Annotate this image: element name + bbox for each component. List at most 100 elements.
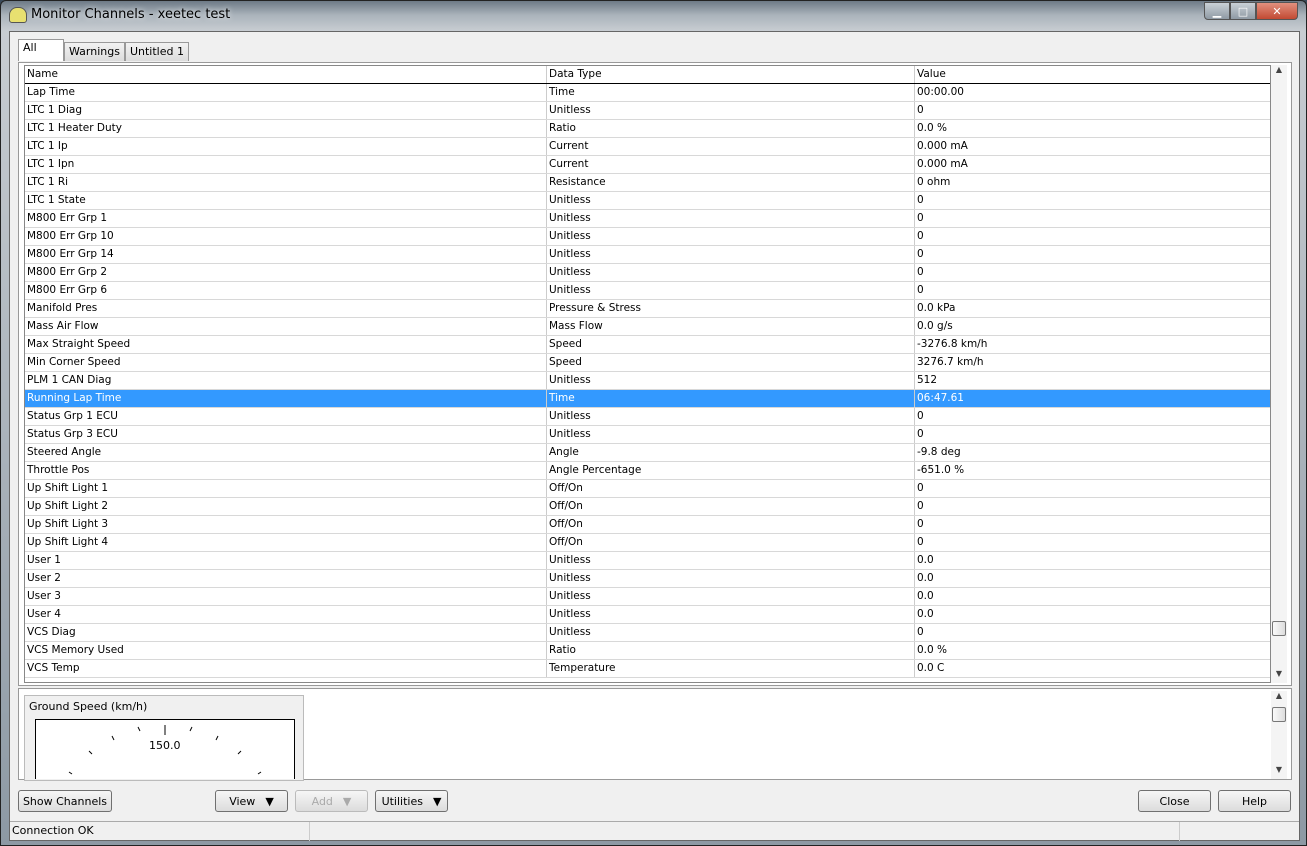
cell-data-type: Unitless [547, 282, 915, 299]
table-row[interactable]: Up Shift Light 2 Off/On 0 [25, 498, 1270, 516]
window-title: Monitor Channels - xeetec test [31, 7, 231, 22]
table-row[interactable]: User 1 Unitless 0.0 [25, 552, 1270, 570]
cell-value: 3276.7 km/h [917, 356, 984, 368]
table-row[interactable]: Mass Air Flow Mass Flow 0.0 g/s [25, 318, 1270, 336]
view-label: View [229, 794, 256, 808]
table-row[interactable]: Throttle Pos Angle Percentage -651.0 % [25, 462, 1270, 480]
cell-value: 0 [917, 626, 924, 638]
tab-untitled-1[interactable]: Untitled 1 [124, 42, 189, 61]
table-row[interactable]: M800 Err Grp 1 Unitless 0 [25, 210, 1270, 228]
cell-data-type: Current [547, 156, 915, 173]
cell-value: 0.0 g/s [917, 320, 953, 332]
table-row[interactable]: Steered Angle Angle -9.8 deg [25, 444, 1270, 462]
table-row[interactable]: Running Lap Time Time 06:47.61 [25, 390, 1270, 408]
cell-data-type: Time [547, 84, 915, 101]
table-row[interactable]: LTC 1 Ip Current 0.000 mA [25, 138, 1270, 156]
utilities-button[interactable]: Utilities ▼ [375, 790, 448, 812]
table-row[interactable]: LTC 1 State Unitless 0 [25, 192, 1270, 210]
column-header-data-type[interactable]: Data Type [547, 66, 915, 83]
column-header-value[interactable]: Value [915, 66, 1270, 83]
cell-data-type: Temperature [547, 660, 915, 677]
close-window-button[interactable]: ✕ [1256, 2, 1298, 20]
cell-name: Up Shift Light 1 [25, 480, 547, 497]
table-row[interactable]: LTC 1 Heater Duty Ratio 0.0 % [25, 120, 1270, 138]
dropdown-arrow-icon: ▼ [265, 794, 274, 808]
cell-value: -3276.8 km/h [917, 338, 988, 350]
table-row[interactable]: LTC 1 Ri Resistance 0 ohm [25, 174, 1270, 192]
scroll-up-icon[interactable]: ▲ [1271, 691, 1287, 705]
cell-name: Mass Air Flow [25, 318, 547, 335]
table-row[interactable]: User 3 Unitless 0.0 [25, 588, 1270, 606]
dropdown-arrow-icon: ▼ [432, 794, 442, 808]
status-pane [310, 822, 1180, 841]
table-row[interactable]: M800 Err Grp 10 Unitless 0 [25, 228, 1270, 246]
cell-name: Max Straight Speed [25, 336, 547, 353]
close-button[interactable]: Close [1138, 790, 1211, 812]
cell-value: 06:47.61 [917, 392, 964, 404]
cell-name: User 2 [25, 570, 547, 587]
dropdown-arrow-icon: ▼ [342, 794, 352, 808]
cell-data-type: Unitless [547, 210, 915, 227]
table-row[interactable]: PLM 1 CAN Diag Unitless 512 [25, 372, 1270, 390]
cell-value: 0 [917, 248, 924, 260]
table-row[interactable]: User 4 Unitless 0.0 [25, 606, 1270, 624]
scroll-up-icon[interactable]: ▲ [1271, 65, 1287, 79]
table-row[interactable]: User 2 Unitless 0.0 [25, 570, 1270, 588]
table-row[interactable]: LTC 1 Ipn Current 0.000 mA [25, 156, 1270, 174]
cell-name: M800 Err Grp 6 [25, 282, 547, 299]
cell-name: VCS Memory Used [25, 642, 547, 659]
tab-all[interactable]: All [18, 39, 64, 61]
cell-data-type: Resistance [547, 174, 915, 191]
cell-name: M800 Err Grp 1 [25, 210, 547, 227]
cell-data-type: Unitless [547, 552, 915, 569]
cell-name: Status Grp 1 ECU [25, 408, 547, 425]
cell-name: Lap Time [25, 84, 547, 101]
cell-data-type: Unitless [547, 606, 915, 623]
table-row[interactable]: M800 Err Grp 14 Unitless 0 [25, 246, 1270, 264]
table-row[interactable]: Status Grp 3 ECU Unitless 0 [25, 426, 1270, 444]
table-scrollbar[interactable]: ▲ ▼ [1271, 65, 1287, 683]
scrollbar-thumb[interactable] [1272, 621, 1286, 636]
cell-name: Manifold Pres [25, 300, 547, 317]
table-row[interactable]: VCS Temp Temperature 0.0 C [25, 660, 1270, 678]
table-row[interactable]: Lap Time Time 00:00.00 [25, 84, 1270, 102]
table-row[interactable]: Up Shift Light 4 Off/On 0 [25, 534, 1270, 552]
scrollbar-thumb[interactable] [1272, 707, 1286, 722]
show-channels-button[interactable]: Show Channels [18, 790, 112, 812]
column-header-name[interactable]: Name [25, 66, 547, 83]
cell-data-type: Unitless [547, 588, 915, 605]
cell-data-type: Mass Flow [547, 318, 915, 335]
help-label: Help [1241, 794, 1268, 808]
table-row[interactable]: Max Straight Speed Speed -3276.8 km/h [25, 336, 1270, 354]
table-row[interactable]: M800 Err Grp 6 Unitless 0 [25, 282, 1270, 300]
show-channels-label: Show Channels [22, 794, 108, 808]
view-button[interactable]: View ▼ [215, 790, 288, 812]
cell-data-type: Unitless [547, 624, 915, 641]
add-button[interactable]: Add ▼ [295, 790, 368, 812]
scroll-down-icon[interactable]: ▼ [1271, 765, 1287, 779]
cell-data-type: Speed [547, 336, 915, 353]
minimize-button[interactable]: ▁ [1204, 2, 1230, 20]
table-row[interactable]: VCS Diag Unitless 0 [25, 624, 1270, 642]
table-row[interactable]: Up Shift Light 1 Off/On 0 [25, 480, 1270, 498]
tab-warnings[interactable]: Warnings [64, 42, 125, 61]
table-row[interactable]: Manifold Pres Pressure & Stress 0.0 kPa [25, 300, 1270, 318]
add-label: Add [311, 794, 333, 808]
table-row[interactable]: Status Grp 1 ECU Unitless 0 [25, 408, 1270, 426]
cell-data-type: Angle Percentage [547, 462, 915, 479]
display-scrollbar[interactable]: ▲ ▼ [1271, 691, 1287, 779]
table-row[interactable]: Up Shift Light 3 Off/On 0 [25, 516, 1270, 534]
cell-name: User 3 [25, 588, 547, 605]
table-row[interactable]: LTC 1 Diag Unitless 0 [25, 102, 1270, 120]
maximize-button[interactable]: □ [1230, 2, 1256, 20]
help-button[interactable]: Help [1218, 790, 1291, 812]
cell-value: 0 ohm [917, 176, 951, 188]
channels-table: Name Data Type Value Lap Time Time 00:00.0… [24, 65, 1271, 683]
table-row[interactable]: M800 Err Grp 2 Unitless 0 [25, 264, 1270, 282]
table-row[interactable]: VCS Memory Used Ratio 0.0 % [25, 642, 1270, 660]
cell-data-type: Ratio [547, 642, 915, 659]
cell-name: Up Shift Light 2 [25, 498, 547, 515]
scroll-down-icon[interactable]: ▼ [1271, 669, 1287, 683]
cell-data-type: Unitless [547, 408, 915, 425]
table-row[interactable]: Min Corner Speed Speed 3276.7 km/h [25, 354, 1270, 372]
